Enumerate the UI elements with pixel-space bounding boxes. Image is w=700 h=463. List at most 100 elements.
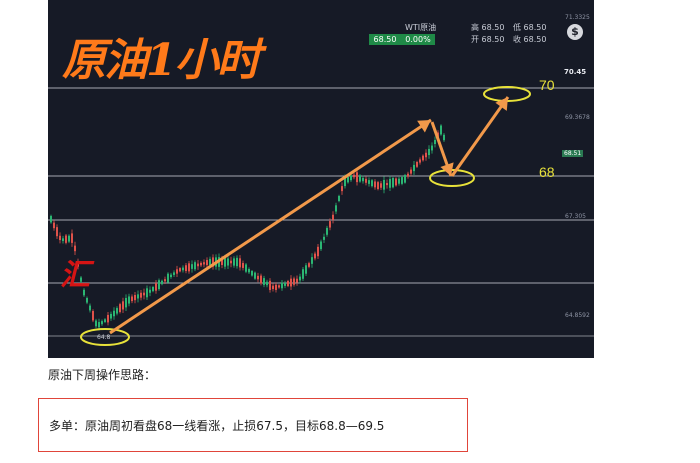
candle-body — [293, 278, 295, 285]
candle-body — [332, 214, 334, 220]
candle-body — [200, 262, 202, 266]
candle-body — [422, 155, 424, 161]
candle-body — [119, 304, 121, 313]
candle-body — [287, 280, 289, 287]
current-price-tag: 68.51 — [562, 150, 584, 157]
candle-body — [338, 195, 340, 202]
candle-body — [53, 222, 55, 229]
candle-body — [203, 262, 205, 265]
candle-body — [359, 175, 361, 182]
candle-body — [197, 263, 199, 267]
candle-body — [98, 322, 100, 328]
watermark-mark: 汇 — [60, 258, 90, 293]
candle-body — [194, 262, 196, 270]
candle-body — [383, 179, 385, 190]
candle-body — [167, 273, 169, 283]
candle-body — [128, 296, 130, 304]
candle-body — [62, 238, 64, 241]
candle-body — [302, 269, 304, 279]
candle-body — [263, 278, 265, 285]
candle-body — [230, 260, 232, 264]
high-value: 高 68.50 — [471, 23, 505, 32]
candle-body — [122, 301, 124, 310]
candle-body — [173, 272, 175, 275]
candle-body — [311, 257, 313, 264]
candle-body — [170, 274, 172, 278]
candle-body — [254, 272, 256, 279]
candle-body — [392, 177, 394, 188]
trade-plan-text: 多单：原油周初看盘68一线看涨，止损67.5，目标68.8—69.5 — [49, 419, 385, 433]
candle-body — [398, 178, 400, 184]
open-value: 开 68.50 — [471, 35, 505, 44]
uptrend-arrow — [109, 118, 432, 335]
candle-body — [251, 271, 253, 276]
candle-body — [350, 175, 352, 181]
candle-body — [125, 297, 127, 308]
axis-label-top: 71.3325 — [565, 14, 590, 21]
candle-body — [428, 148, 430, 156]
candle-body — [236, 257, 238, 267]
instrument-name: WTI原油 — [405, 23, 437, 32]
candle-body — [326, 227, 328, 235]
candle-body — [245, 264, 247, 272]
candle-body — [137, 294, 139, 299]
candle-body — [164, 279, 166, 282]
candle-body — [134, 295, 136, 301]
candle-body — [356, 172, 358, 183]
candle-body — [272, 285, 274, 290]
level-label-lower: 68 — [539, 164, 555, 180]
candle-body — [158, 280, 160, 290]
candle-body — [149, 289, 151, 293]
axis-label-b: 67.305 — [565, 213, 586, 220]
trade-plan-box: 多单：原油周初看盘68一线看涨，止损67.5，目标68.8—69.5 — [38, 398, 468, 452]
candle-body — [434, 139, 436, 145]
candle-body — [443, 134, 445, 141]
candle-body — [353, 174, 355, 178]
candle-body — [152, 287, 154, 292]
candle-body — [179, 268, 181, 272]
candle-body — [116, 308, 118, 314]
candle-body — [260, 275, 262, 284]
candle-body — [242, 262, 244, 268]
candle-body — [143, 292, 145, 296]
candle-body — [131, 296, 133, 302]
candle-body — [413, 164, 415, 172]
level-label-upper: 70 — [539, 77, 555, 93]
currency-icon[interactable]: $ — [567, 24, 583, 40]
candle-body — [305, 265, 307, 274]
candle-body — [140, 292, 142, 298]
candle-body — [65, 235, 67, 243]
candle-body — [431, 145, 433, 151]
candle-body — [335, 205, 337, 212]
change-percent-badge: 0.00% — [401, 34, 435, 45]
candle-body — [308, 263, 310, 267]
candle-body — [104, 319, 106, 323]
candle-body — [410, 169, 412, 174]
candle-body — [161, 280, 163, 285]
candle-body — [416, 161, 418, 167]
candle-body — [209, 258, 211, 266]
candle-body — [68, 235, 70, 242]
candle-body — [425, 152, 427, 158]
candle-body — [386, 183, 388, 186]
candle-body — [365, 178, 367, 183]
target-arrow — [450, 96, 510, 177]
candle-body — [107, 314, 109, 323]
candle-body — [401, 177, 403, 184]
candle-body — [233, 258, 235, 266]
candle-body — [317, 246, 319, 257]
low-price-marker: 64.8 — [97, 334, 111, 341]
candle-body — [185, 265, 187, 272]
candle-body — [404, 174, 406, 183]
candle-body — [419, 159, 421, 163]
candle-body — [395, 178, 397, 186]
candle-body — [368, 180, 370, 184]
candle-body — [71, 233, 73, 243]
candle-body — [182, 267, 184, 271]
candle-body — [50, 215, 52, 223]
candle-body — [374, 181, 376, 188]
close-value: 收 68.50 — [513, 35, 547, 44]
candle-body — [299, 276, 301, 281]
candle-body — [275, 284, 277, 290]
candle-body — [89, 305, 91, 311]
